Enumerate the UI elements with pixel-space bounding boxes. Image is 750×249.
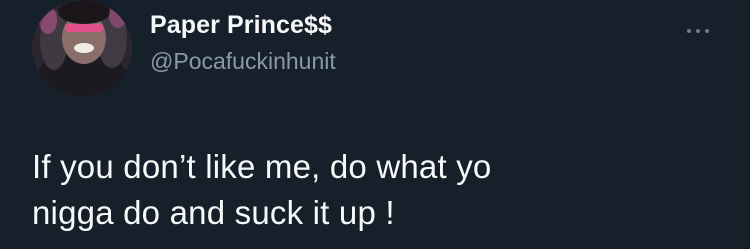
tweet-card: Paper Prince$$ @Pocafuckinhunit If you d…	[0, 0, 750, 249]
display-name[interactable]: Paper Prince$$	[150, 10, 336, 40]
more-horizontal-icon	[687, 29, 691, 33]
tweet-text-line: nigga do and suck it up !	[32, 194, 395, 231]
author-info: Paper Prince$$ @Pocafuckinhunit	[150, 10, 336, 75]
avatar[interactable]	[32, 0, 132, 96]
more-options-button[interactable]	[678, 19, 718, 43]
avatar-photo-icon	[32, 0, 132, 96]
tweet-text: If you don’t like me, do what yo nigga d…	[32, 144, 732, 236]
more-horizontal-icon	[696, 29, 700, 33]
user-handle[interactable]: @Pocafuckinhunit	[150, 47, 336, 75]
more-horizontal-icon	[705, 29, 709, 33]
tweet-text-line: If you don’t like me, do what yo	[32, 148, 492, 185]
